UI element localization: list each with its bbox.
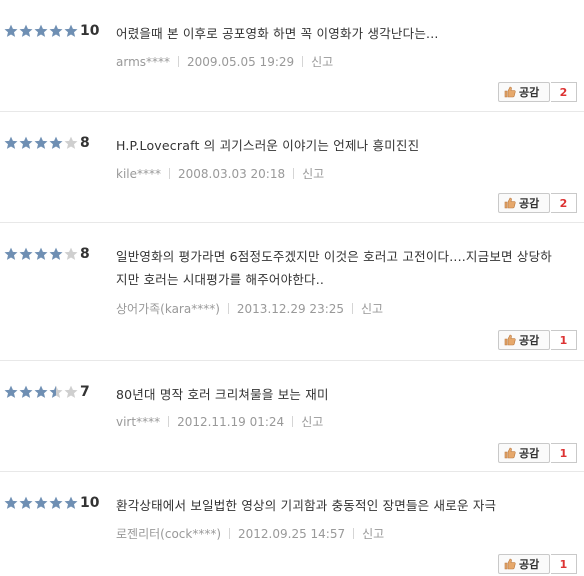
review-score: 8 xyxy=(80,135,90,151)
divider xyxy=(229,528,231,539)
like-count: 1 xyxy=(551,554,577,574)
review-item: 10 환각상태에서 보일법한 영상의 기괴함과 충동적인 장면들은 새로운 자극… xyxy=(0,472,584,576)
review-item: 10 어렸을때 본 이후로 공포영화 하면 꼭 이영화가 생각난다는... ar… xyxy=(0,0,584,112)
star-filled-icon xyxy=(34,385,48,398)
star-empty-icon xyxy=(64,247,78,260)
review-score: 8 xyxy=(80,246,90,262)
divider xyxy=(293,168,295,179)
star-filled-icon xyxy=(34,247,48,260)
star-filled-icon xyxy=(64,496,78,509)
star-filled-icon xyxy=(19,24,33,37)
review-user[interactable]: virt**** xyxy=(116,415,160,429)
report-link[interactable]: 신고 xyxy=(361,302,383,316)
review-date: 2012.11.19 01:24 xyxy=(177,415,285,429)
like-count: 1 xyxy=(551,443,577,463)
review-item: 7 80년대 명작 호러 크리쳐물을 보는 재미 virt**** 2012.11… xyxy=(0,361,584,472)
review-date: 2013.12.29 23:25 xyxy=(236,302,345,316)
star-filled-icon xyxy=(49,24,63,37)
report-link[interactable]: 신고 xyxy=(302,167,324,181)
star-rating xyxy=(4,24,79,38)
divider xyxy=(352,303,354,314)
review-user[interactable]: 상어가족(kara****) xyxy=(116,302,220,316)
like-label: 공감 xyxy=(519,447,540,460)
star-empty-icon xyxy=(64,385,78,398)
star-filled-icon xyxy=(49,496,63,509)
review-meta: arms**** 2009.05.05 19:29 신고 xyxy=(116,53,333,70)
star-rating xyxy=(4,496,79,510)
review-item: 8 일반영화의 평가라면 6점정도주겠지만 이것은 호러고 고전이다....지금… xyxy=(0,223,584,361)
star-filled-icon xyxy=(34,24,48,37)
review-date: 2009.05.05 19:29 xyxy=(187,55,295,69)
divider xyxy=(353,528,355,539)
divider xyxy=(292,416,294,427)
review-score: 7 xyxy=(80,384,90,400)
star-filled-icon xyxy=(19,247,33,260)
star-empty-icon xyxy=(64,136,78,149)
review-user[interactable]: arms**** xyxy=(116,55,170,69)
review-user[interactable]: kile**** xyxy=(116,167,161,181)
divider xyxy=(302,56,304,67)
divider xyxy=(169,168,170,179)
like-button[interactable]: 공감 xyxy=(498,330,550,350)
thumbs-up-icon xyxy=(504,334,516,346)
star-rating xyxy=(4,136,79,150)
review-meta: virt**** 2012.11.19 01:24 신고 xyxy=(116,413,323,430)
like-button[interactable]: 공감 xyxy=(498,443,550,463)
like-button[interactable]: 공감 xyxy=(498,193,550,213)
like-button[interactable]: 공감 xyxy=(498,82,550,102)
review-item: 8 H.P.Lovecraft 의 괴기스러운 이야기는 언제나 흥미진진 ki… xyxy=(0,112,584,223)
star-filled-icon xyxy=(19,136,33,149)
divider xyxy=(178,56,180,67)
review-date: 2012.09.25 14:57 xyxy=(238,527,346,541)
star-half-icon xyxy=(49,385,63,398)
review-meta: kile**** 2008.03.03 20:18 신고 xyxy=(116,165,324,182)
divider xyxy=(168,416,170,427)
review-meta: 로젠리터(cock****) 2012.09.25 14:57 신고 xyxy=(116,525,384,542)
review-date: 2008.03.03 20:18 xyxy=(178,167,286,181)
report-link[interactable]: 신고 xyxy=(311,55,333,69)
review-meta: 상어가족(kara****) 2013.12.29 23:25 신고 xyxy=(116,300,383,317)
review-text: H.P.Lovecraft 의 괴기스러운 이야기는 언제나 흥미진진 xyxy=(116,138,420,153)
star-filled-icon xyxy=(49,136,63,149)
review-text: 80년대 명작 호러 크리쳐물을 보는 재미 xyxy=(116,387,329,402)
star-filled-icon xyxy=(4,385,18,398)
star-filled-icon xyxy=(34,136,48,149)
divider xyxy=(227,303,229,314)
like-label: 공감 xyxy=(519,197,540,210)
review-text: 어렸을때 본 이후로 공포영화 하면 꼭 이영화가 생각난다는... xyxy=(116,26,439,41)
review-user[interactable]: 로젠리터(cock****) xyxy=(116,527,221,541)
star-filled-icon xyxy=(4,136,18,149)
thumbs-up-icon xyxy=(504,86,516,98)
review-text: 일반영화의 평가라면 6점정도주겠지만 이것은 호러고 고전이다....지금보면… xyxy=(116,249,552,287)
like-count: 2 xyxy=(551,193,577,213)
like-button[interactable]: 공감 xyxy=(498,554,550,574)
like-label: 공감 xyxy=(519,558,540,571)
like-count: 1 xyxy=(551,330,577,350)
like-label: 공감 xyxy=(519,86,540,99)
like-count: 2 xyxy=(551,82,577,102)
star-filled-icon xyxy=(19,496,33,509)
thumbs-up-icon xyxy=(504,558,516,570)
star-filled-icon xyxy=(34,496,48,509)
review-score: 10 xyxy=(80,23,100,39)
review-list: 10 어렸을때 본 이후로 공포영화 하면 꼭 이영화가 생각난다는... ar… xyxy=(0,0,584,576)
star-filled-icon xyxy=(4,247,18,260)
thumbs-up-icon xyxy=(504,197,516,209)
star-filled-icon xyxy=(49,247,63,260)
review-text: 환각상태에서 보일법한 영상의 기괴함과 충동적인 장면들은 새로운 자극 xyxy=(116,498,497,513)
review-score: 10 xyxy=(80,495,100,511)
like-label: 공감 xyxy=(519,334,540,347)
thumbs-up-icon xyxy=(504,447,516,459)
star-rating xyxy=(4,247,79,261)
star-filled-icon xyxy=(4,24,18,37)
star-filled-icon xyxy=(64,24,78,37)
report-link[interactable]: 신고 xyxy=(301,415,323,429)
star-filled-icon xyxy=(19,385,33,398)
report-link[interactable]: 신고 xyxy=(362,527,384,541)
star-rating xyxy=(4,385,79,399)
star-filled-icon xyxy=(4,496,18,509)
